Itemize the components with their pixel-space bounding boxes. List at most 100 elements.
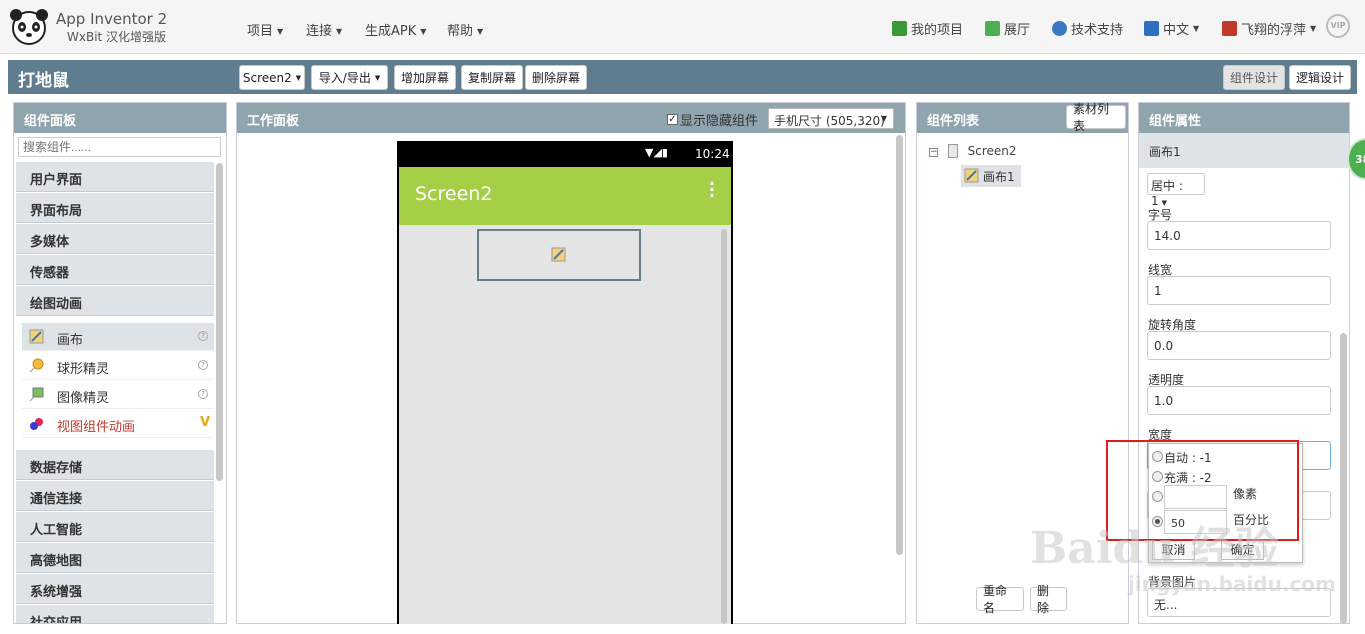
nav-user-label: 飞翔的浮萍 [1241,23,1307,38]
nav-support-label: 技术支持 [1071,23,1124,38]
palette-item-label: 视图组件动画 [57,420,136,435]
canvas-icon [551,247,566,262]
menu-help-label: 帮助 [447,24,474,39]
vip-badge-icon[interactable]: VIP [1326,14,1350,38]
checkbox-checked-icon[interactable]: ✓ [667,114,678,125]
nav-gallery[interactable]: 展厅 [985,19,1030,38]
menu-help[interactable]: 帮助 ▼ [447,20,483,39]
list-icon [892,21,907,36]
delete-button[interactable]: 删除 [1030,584,1067,615]
collapse-icon[interactable]: − [929,148,938,157]
ball-icon [29,358,44,373]
user-avatar [1222,21,1237,36]
category-sensors[interactable]: 传感器 [16,255,214,285]
watermark-url: jingyan.baidu.com [1128,572,1336,596]
phone-status-bar: ▼◢▮ 10:24 [397,141,733,167]
caret-down-icon: ▼ [1310,24,1317,33]
nav-language[interactable]: 中文 ▼ [1144,19,1199,38]
phone-scrollbar[interactable] [721,229,727,624]
align-select[interactable]: 居中 : 1 ▼ [1147,173,1205,208]
caret-down-icon: ▼ [295,73,302,82]
nav-my-projects[interactable]: 我的项目 [892,19,963,38]
copy-screen-button[interactable]: 复制屏幕 [461,65,523,90]
nav-gallery-label: 展厅 [1004,23,1031,38]
tree-screen-label: Screen2 [967,144,1017,158]
category-user-interface[interactable]: 用户界面 [16,162,214,192]
category-social[interactable]: 社交应用 [16,605,214,624]
palette-item-label: 图像精灵 [57,391,110,406]
caret-down-icon: ▼ [477,27,484,36]
nav-user[interactable]: 飞翔的浮萍 ▼ [1222,19,1316,38]
wifi-signal-battery-icon: ▼◢▮ [645,146,668,159]
category-layout[interactable]: 界面布局 [16,193,214,223]
viewer-scrollbar[interactable] [896,135,903,555]
rename-button[interactable]: 重命名 [976,584,1024,615]
panda-logo-icon[interactable] [10,8,48,46]
show-hidden-label: 显示隐藏组件 [680,114,759,129]
category-connectivity[interactable]: 通信连接 [16,481,214,511]
help-icon[interactable]: ? [198,389,208,399]
phone-mockup: ▼◢▮ 10:24 Screen2 · · · [397,141,733,624]
canvas-icon [964,168,979,183]
top-navbar: App Inventor 2 WxBit 汉化增强版 项目 ▼ 连接 ▼ 生成APK… [0,0,1365,54]
caret-down-icon: ▼ [336,27,343,36]
project-name: 打地鼠 [18,71,69,91]
caret-down-icon: ▼ [1193,24,1200,33]
font-size-input[interactable]: 14.0 [1147,221,1331,250]
phone-size-select[interactable]: 手机尺寸 (505,320) ▼ [768,108,894,129]
palette-item-label: 画布 [57,333,84,348]
palette-title: 组件面板 [14,103,226,133]
nav-support[interactable]: 技术支持 [1052,19,1123,38]
menu-build-apk-label: 生成APK [365,24,417,39]
opacity-input[interactable]: 1.0 [1147,386,1331,415]
overflow-menu-icon[interactable]: · · · [709,176,715,204]
screen-icon [947,143,958,158]
category-media[interactable]: 多媒体 [16,224,214,254]
palette-item-view-animation[interactable]: 视图组件动画 V [22,410,214,438]
line-width-input[interactable]: 1 [1147,276,1331,305]
brand-subtitle: WxBit 汉化增强版 [67,30,167,44]
palette-item-canvas[interactable]: 画布 ? [22,323,214,351]
screen-select[interactable]: Screen2 ▼ [239,65,305,90]
app-title-bar: Screen2 · · · [399,167,731,225]
category-drawing-animation[interactable]: 绘图动画 [16,286,214,316]
show-hidden-toggle[interactable]: ✓ 显示隐藏组件 [667,110,758,129]
media-list-button[interactable]: 素材列表 [1066,102,1126,133]
import-export-label: 导入/导出 [318,71,371,85]
menu-build-apk[interactable]: 生成APK ▼ [365,20,426,39]
import-export-button[interactable]: 导入/导出 ▼ [311,65,388,90]
delete-screen-button[interactable]: 删除屏幕 [525,65,587,90]
phone-screen[interactable] [399,225,731,624]
category-amap[interactable]: 高德地图 [16,543,214,573]
help-icon[interactable]: ? [198,360,208,370]
properties-scrollbar[interactable] [1340,333,1347,624]
vip-badge: V [199,415,210,430]
grid-icon [985,21,1000,36]
tree-canvas-label: 画布1 [983,170,1015,184]
canvas-icon [29,329,44,344]
properties-title: 组件属性 [1139,103,1349,133]
brand-title: App Inventor 2 [56,10,168,28]
designer-button[interactable]: 组件设计 [1223,65,1285,90]
menu-connect[interactable]: 连接 ▼ [306,20,342,39]
tree-node-screen[interactable]: − Screen2 [929,143,1017,158]
help-icon[interactable]: ? [198,331,208,341]
canvas-component[interactable] [477,229,641,281]
menu-project[interactable]: 项目 ▼ [247,20,283,39]
category-system[interactable]: 系统增强 [16,574,214,604]
category-storage[interactable]: 数据存储 [16,450,214,480]
palette-item-image-sprite[interactable]: 图像精灵 ? [22,381,214,409]
view-animation-icon [30,418,43,430]
tree-node-canvas[interactable]: 画布1 [961,165,1021,187]
palette-item-ball[interactable]: 球形精灵 ? [22,352,214,380]
palette-scrollbar[interactable] [216,163,223,481]
screen-title: Screen2 [415,183,493,205]
blocks-button[interactable]: 逻辑设计 [1289,65,1351,90]
rotation-input[interactable]: 0.0 [1147,331,1331,360]
properties-component-name: 画布1 [1139,133,1349,168]
menu-project-label: 项目 [247,24,274,39]
category-ai[interactable]: 人工智能 [16,512,214,542]
palette-search-input[interactable] [18,137,221,157]
add-screen-button[interactable]: 增加屏幕 [394,65,456,90]
qq-icon [1052,21,1067,36]
